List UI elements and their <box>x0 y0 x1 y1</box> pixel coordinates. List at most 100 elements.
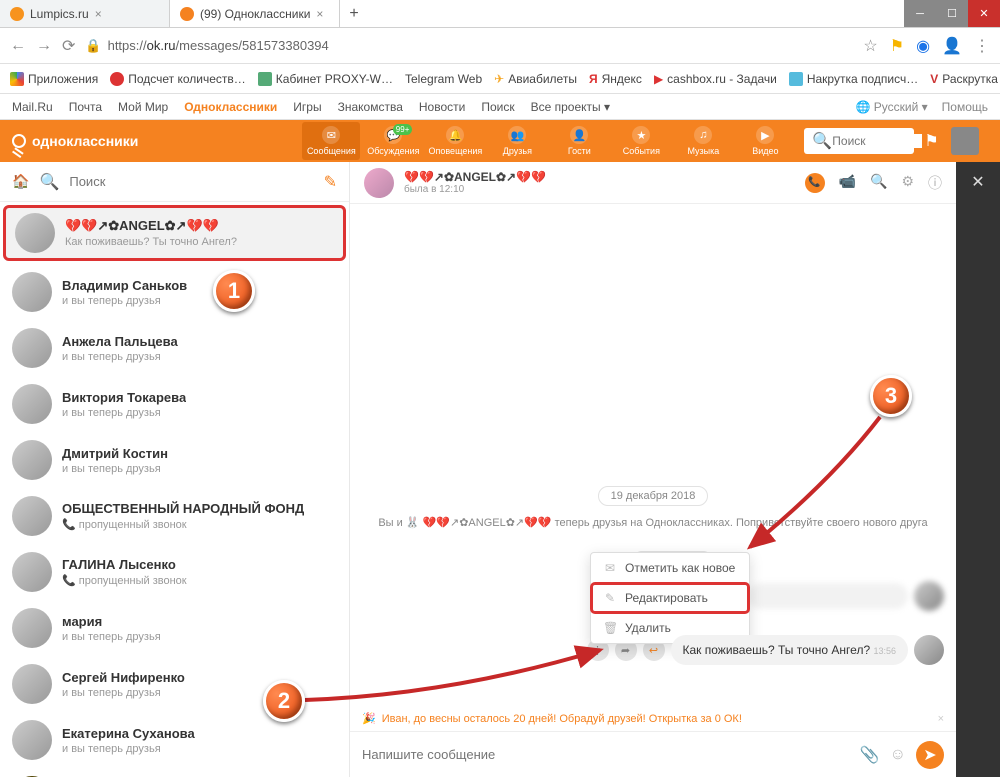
chat-item[interactable]: Виктория Токареваи вы теперь друзья <box>0 376 349 432</box>
bookmark-3[interactable]: Telegram Web <box>405 72 482 86</box>
nav-search-input[interactable] <box>832 134 922 148</box>
window-minimize[interactable]: ─ <box>904 0 936 27</box>
tab-close-2[interactable]: × <box>316 7 323 21</box>
profile-avatar-icon[interactable]: 👤 <box>942 36 962 56</box>
sidebar-search-input[interactable] <box>69 174 313 189</box>
chat-item[interactable]: ГАЛИНА Лысенкопропущенный звонок <box>0 544 349 600</box>
nav-forward[interactable]: → <box>36 37 52 55</box>
chat-item[interactable]: Анжела Пальцеваи вы теперь друзья <box>0 320 349 376</box>
promo-text: Иван, до весны осталось 20 дней! Обрадуй… <box>382 713 742 725</box>
sidebar-head: 🏠 🔍 ✎ <box>0 162 349 202</box>
chat-item[interactable]: марияи вы теперь друзья <box>0 600 349 656</box>
avatar <box>12 384 52 424</box>
message-bubble[interactable]: Как поживаешь? Ты точно Ангел? 13:56 <box>671 635 908 665</box>
compose-input[interactable] <box>362 747 850 762</box>
tab-title-2: (99) Одноклассники <box>200 7 310 21</box>
chat-item[interactable]: ОБЩЕСТВЕННЫЙ НАРОДНЫЙ ФОНДпропущенный зв… <box>0 488 349 544</box>
avatar <box>12 664 52 704</box>
promo-close[interactable]: × <box>938 713 944 725</box>
avatar <box>12 440 52 480</box>
new-tab-button[interactable]: + <box>340 0 368 27</box>
menu-icon[interactable]: ⋮ <box>974 36 990 56</box>
bookmark-7[interactable]: Накрутка подписч… <box>789 72 918 86</box>
nav-notifications[interactable]: 🔔Оповещения <box>426 126 484 156</box>
attach-icon[interactable]: 📎 <box>860 745 880 765</box>
apps-button[interactable]: Приложения <box>10 72 98 86</box>
help-link[interactable]: Помощь <box>942 100 988 114</box>
avatar <box>12 496 52 536</box>
bookmark-1[interactable]: Подсчет количеств… <box>110 72 246 86</box>
home-icon[interactable]: 🏠 <box>12 173 29 190</box>
bookmark-5[interactable]: ЯЯндекс <box>589 72 642 86</box>
rightpanel-close-icon[interactable]: ✕ <box>971 172 984 192</box>
search-icon: 🔍 <box>39 172 59 192</box>
ext-icon-1[interactable]: ⚑ <box>890 36 904 56</box>
browser-tab-1[interactable]: Lumpics.ru × <box>0 0 170 27</box>
chat-search-icon[interactable]: 🔍 <box>870 173 887 193</box>
mymir-link[interactable]: Мой Мир <box>118 100 168 114</box>
nav-back[interactable]: ← <box>10 37 26 55</box>
nav-music[interactable]: ♫Музыка <box>674 126 732 156</box>
nav-reload[interactable]: ⟳ <box>62 36 75 56</box>
send-button[interactable]: ➤ <box>916 741 944 769</box>
nav-search[interactable]: 🔍 <box>804 128 914 154</box>
bookmark-4[interactable]: ✈Авиабилеты <box>494 72 577 86</box>
ext-icon-2[interactable]: ◉ <box>916 36 930 56</box>
chat-item[interactable]: Денис Дисими вы теперь друзья <box>0 768 349 777</box>
message-avatar[interactable] <box>914 635 944 665</box>
chat-info-icon[interactable]: ⓘ <box>928 173 942 193</box>
bookmark-8[interactable]: VРаскрутка групп вк… <box>930 72 1000 86</box>
bookmark-6[interactable]: ▶cashbox.ru - Задачи <box>654 72 777 86</box>
nav-discussions[interactable]: 💬99+Обсуждения <box>364 126 422 156</box>
chat-header: 💔💔↗✿ANGEL✿↗💔💔 была в 12:10 📞 📹 🔍 ⚙ ⓘ <box>350 162 956 204</box>
promo-bar[interactable]: 🎉 Иван, до весны осталось 20 дней! Обрад… <box>350 706 956 731</box>
browser-tab-2[interactable]: (99) Одноклассники × <box>170 0 340 27</box>
ctx-mark-new[interactable]: ✉Отметить как новое <box>591 553 749 583</box>
games-link[interactable]: Игры <box>293 100 321 114</box>
chat-item-angel[interactable]: 💔💔↗✿ANGEL✿↗💔💔Как поживаешь? Ты точно Анг… <box>3 205 346 261</box>
nav-flag[interactable]: ⚑ <box>924 131 938 151</box>
avatar <box>12 608 52 648</box>
chat-item[interactable]: Владимир Санькови вы теперь друзья <box>0 264 349 320</box>
tab-title-1: Lumpics.ru <box>30 7 89 21</box>
tab-close-1[interactable]: × <box>95 7 102 21</box>
ok-logo[interactable]: одноклассники <box>12 133 138 149</box>
message-bubble-blurred <box>748 583 908 609</box>
chat-item[interactable]: Екатерина Сухановаи вы теперь друзья <box>0 712 349 768</box>
message-time: 13:56 <box>873 646 896 656</box>
all-projects-link[interactable]: Все проекты ▾ <box>531 100 610 114</box>
nav-events[interactable]: ★События <box>612 126 670 156</box>
nav-messages[interactable]: ✉Сообщения <box>302 122 360 160</box>
news-link[interactable]: Новости <box>419 100 465 114</box>
ok-link[interactable]: Одноклассники <box>184 100 277 114</box>
bookmark-2[interactable]: Кабинет PROXY-W… <box>258 72 393 86</box>
lang-switch[interactable]: 🌐 Русский ▾ <box>855 100 927 114</box>
music-icon: ♫ <box>694 126 712 144</box>
events-icon: ★ <box>632 126 650 144</box>
nav-friends[interactable]: 👥Друзья <box>488 126 546 156</box>
search-link[interactable]: Поиск <box>481 100 514 114</box>
chat-avatar[interactable] <box>364 168 394 198</box>
star-icon[interactable]: ☆ <box>863 36 877 56</box>
dating-link[interactable]: Знакомства <box>338 100 403 114</box>
url-field[interactable]: 🔒https://ok.ru/messages/581573380394 <box>85 38 853 54</box>
nav-avatar[interactable] <box>951 127 979 155</box>
window-maximize[interactable]: ☐ <box>936 0 968 27</box>
chat-settings-icon[interactable]: ⚙ <box>901 173 914 193</box>
right-panel: ✕ <box>956 162 1000 777</box>
nav-guests[interactable]: 👤Гости <box>550 126 608 156</box>
nav-video[interactable]: ▶Видео <box>736 126 794 156</box>
call-button[interactable]: 📞 <box>805 173 825 193</box>
window-buttons: ─ ☐ ✕ <box>904 0 1000 27</box>
chat-item[interactable]: Дмитрий Костини вы теперь друзья <box>0 432 349 488</box>
bell-icon: 🔔 <box>446 126 464 144</box>
mailru-link[interactable]: Mail.Ru <box>12 100 53 114</box>
compose-icon[interactable]: ✎ <box>324 172 337 192</box>
window-close[interactable]: ✕ <box>968 0 1000 27</box>
mail-link[interactable]: Почта <box>69 100 102 114</box>
message-context-menu: ✉Отметить как новое ✎Редактировать 🗑Удал… <box>590 552 750 644</box>
ctx-edit[interactable]: ✎Редактировать <box>591 583 749 613</box>
callout-1: 1 <box>213 270 255 312</box>
video-call-icon[interactable]: 📹 <box>839 173 856 193</box>
emoji-icon[interactable]: ☺ <box>890 746 906 764</box>
